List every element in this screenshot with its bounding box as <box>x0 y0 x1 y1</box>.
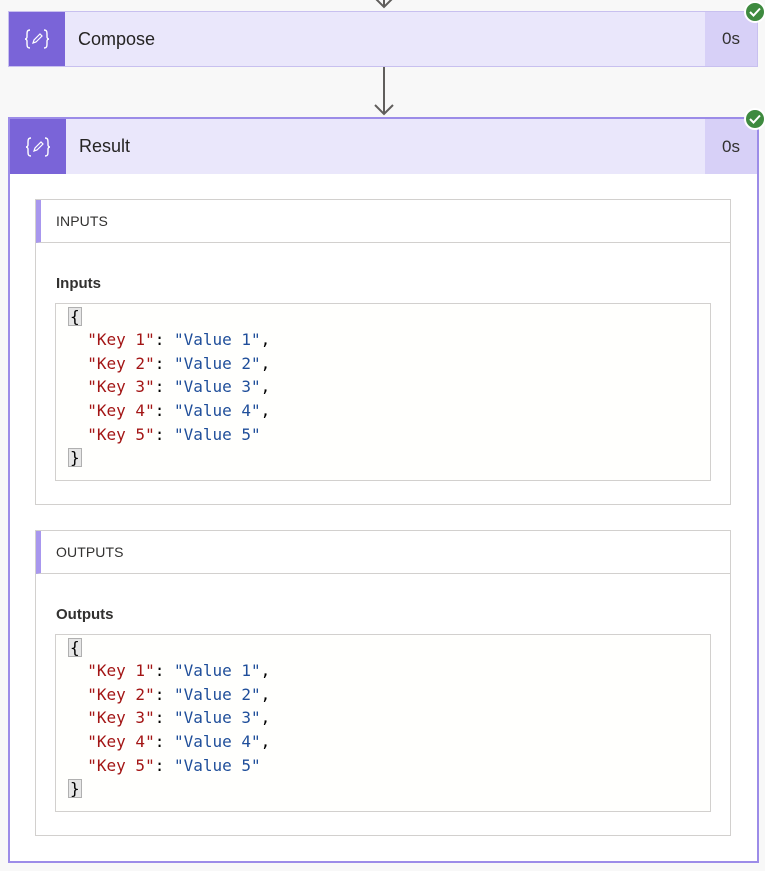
result-action-card: Result 0s INPUTS Inputs { "Key 1": "Valu… <box>8 117 759 863</box>
result-action-title: Result <box>79 136 131 156</box>
json-close-brace-line: } <box>68 448 82 468</box>
json-entry-line: "Key 1": "Value 1", <box>87 330 271 349</box>
json-entry-line: "Key 2": "Value 2", <box>87 354 271 373</box>
outputs-section: OUTPUTS Outputs { "Key 1": "Value 1", "K… <box>35 530 731 836</box>
json-entry-line: "Key 4": "Value 4", <box>87 401 271 420</box>
outputs-field-label: Outputs <box>56 606 114 623</box>
json-close-brace: } <box>68 779 82 798</box>
inputs-field-label: Inputs <box>56 275 101 292</box>
json-close-brace-line: } <box>68 779 82 799</box>
json-close-brace: } <box>68 448 82 467</box>
top-connector-arrow <box>372 0 396 10</box>
result-action-icon-box <box>10 119 66 174</box>
inputs-json-viewer[interactable]: { "Key 1": "Value 1", "Key 2": "Value 2"… <box>55 303 711 481</box>
json-open-brace-line: { <box>68 638 82 658</box>
inputs-section: INPUTS Inputs { "Key 1": "Value 1", "Key… <box>35 199 731 505</box>
json-entry-line: "Key 3": "Value 3", <box>87 377 271 396</box>
arrow-down-icon <box>374 67 394 116</box>
curly-braces-pencil-icon <box>24 29 50 49</box>
json-open-brace-line: { <box>68 307 82 327</box>
inputs-section-header[interactable]: INPUTS <box>36 200 730 243</box>
result-action-header[interactable]: Result 0s <box>10 119 757 174</box>
compose-action-card[interactable]: Compose 0s <box>8 11 758 67</box>
curly-braces-pencil-icon <box>25 136 51 157</box>
outputs-section-header[interactable]: OUTPUTS <box>36 531 730 574</box>
json-entry-line: "Key 1": "Value 1", <box>87 661 271 680</box>
compose-success-check-icon <box>744 1 765 23</box>
middle-connector-arrow <box>372 67 396 117</box>
json-entry-line: "Key 5": "Value 5" <box>87 756 261 775</box>
arrow-down-icon <box>375 0 393 9</box>
json-open-brace: { <box>68 638 82 657</box>
outputs-json-viewer[interactable]: { "Key 1": "Value 1", "Key 2": "Value 2"… <box>55 634 711 812</box>
compose-action-icon-box <box>9 12 65 66</box>
json-entry-line: "Key 4": "Value 4", <box>87 732 271 751</box>
json-open-brace: { <box>68 307 82 326</box>
result-success-check-icon <box>744 108 765 130</box>
json-entry-line: "Key 2": "Value 2", <box>87 685 271 704</box>
json-entry-line: "Key 5": "Value 5" <box>87 425 261 444</box>
compose-action-title: Compose <box>78 28 156 49</box>
json-entry-line: "Key 3": "Value 3", <box>87 708 271 727</box>
